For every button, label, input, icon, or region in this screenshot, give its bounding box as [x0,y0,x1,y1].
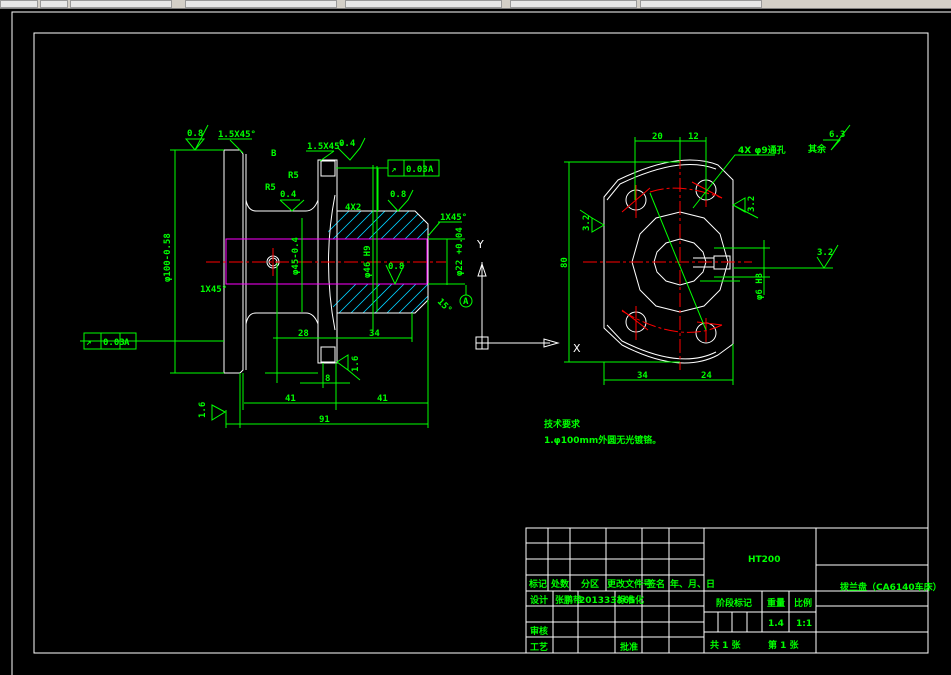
holes-label: 4X φ9通孔 [738,144,786,156]
dimension-label: 34 [637,371,648,381]
right-view [583,155,752,370]
stage-label: 阶段标记 [716,597,752,609]
groove-label: 4X2 [345,203,361,213]
sheet-count: 共 1 张 [710,639,742,651]
dimension-label: 41 [377,394,388,404]
scale-label: 比例 [794,597,812,609]
roughness-label: 0.8 [187,129,203,139]
roughness-label: 3.2 [747,196,757,212]
radius-label: R5 [288,171,299,181]
axis-y-label: Y [476,238,484,251]
roughness-label: 1.6 [198,402,208,418]
diameter-label: φ46 H9 [363,245,373,278]
roughness-label: 1.6 [351,356,361,372]
standard-label: 标准化 [616,594,644,606]
weight-label: 重量 [767,597,785,609]
dimension-label: 24 [701,371,712,381]
notes-line: 1.φ100mm外圆无光镀铬。 [544,434,661,446]
design-label: 设计 [530,594,548,606]
plate-edge [606,324,717,360]
dimension-label: 91 [319,415,330,425]
approve-label: 批准 [620,641,638,653]
slot-bottom [320,346,336,363]
material: HT200 [748,555,780,565]
tolerance-datum: A [428,165,434,175]
axis-x-label: X [573,342,581,355]
notes-title: 技术要求 [544,418,581,430]
chamfer-label: 1.5X45° [307,142,345,152]
designer-name: 张鹏带 [555,594,582,606]
tolerance-datum: A [124,338,130,348]
chamfer-label: 1X45° [440,213,467,223]
left-view [206,149,446,374]
scale-value: 1:1 [796,619,812,629]
diameter-label: φ22 +0.04 [455,227,465,276]
tolerance-value: 0.03 [406,165,428,175]
runout-symbol: ↗ [86,338,91,348]
review-label: 审核 [530,625,548,637]
hub-bottom [245,312,319,325]
title-block: 标记 处数 分区 更改文件号 签名 年、月、日 设计 张鹏带 201333365… [525,527,942,654]
diameter-label: φ100-0.58 [163,233,173,282]
rest-label: 其余 [808,143,827,155]
dimension-label: 41 [285,394,296,404]
label-b: B [271,149,277,159]
diameter-label: φ45-0.4 [291,236,301,275]
radius-label: R5 [265,183,276,193]
dimension-label: 34 [369,329,380,339]
roughness-label: 6.3 [829,130,845,140]
slot-top [320,160,336,177]
header-cell: 分区 [581,578,599,590]
tolerance-value: 0.03 [103,338,125,348]
header-cell: 签名 [646,578,665,590]
dimension-label: 80 [560,257,570,268]
chamfer-label: 1X45° [200,285,227,295]
dimension-label: 8 [325,374,330,384]
dimension-label: 20 [652,132,663,142]
ucs-icon: Y X [475,238,581,355]
header-cell: 年、月、日 [670,578,715,590]
dimension-label: 28 [298,329,309,339]
process-label: 工艺 [530,641,548,653]
chamfer-label: 1.5X45° [218,130,256,140]
header-cell: 标记 [528,578,547,590]
sheet-number: 第 1 张 [768,639,800,651]
weight-value: 1.4 [768,619,784,629]
angle-label: 15° [435,297,454,316]
runout-symbol: ↗ [391,165,396,175]
roughness-label: 0.8 [388,262,404,272]
dimension-label: 12 [688,132,699,142]
drawing-canvas[interactable]: ↗ 0.03 A ↗ 0.03 A 0.8 0.4 0.4 0.8 0.8 1.… [0,0,951,675]
datum-label: A [463,297,469,307]
bolt-circle [649,187,723,199]
roughness-label: 0.8 [390,190,406,200]
roughness-label: 0.4 [280,190,297,200]
header-cell: 更改文件号 [607,578,652,590]
diameter-label: φ6 H8 [755,273,765,300]
roughness-label: 3.2 [817,248,833,258]
geometric-tolerance-right: ↗ 0.03 A [337,159,440,177]
left-view-dimensions: ↗ 0.03 A ↗ 0.03 A 0.8 0.4 0.4 0.8 0.8 1.… [80,124,473,428]
header-cell: 处数 [550,578,570,590]
roughness-label: 3.2 [582,215,592,231]
part-name: 拨兰盘（CA6140车床） [840,581,942,593]
